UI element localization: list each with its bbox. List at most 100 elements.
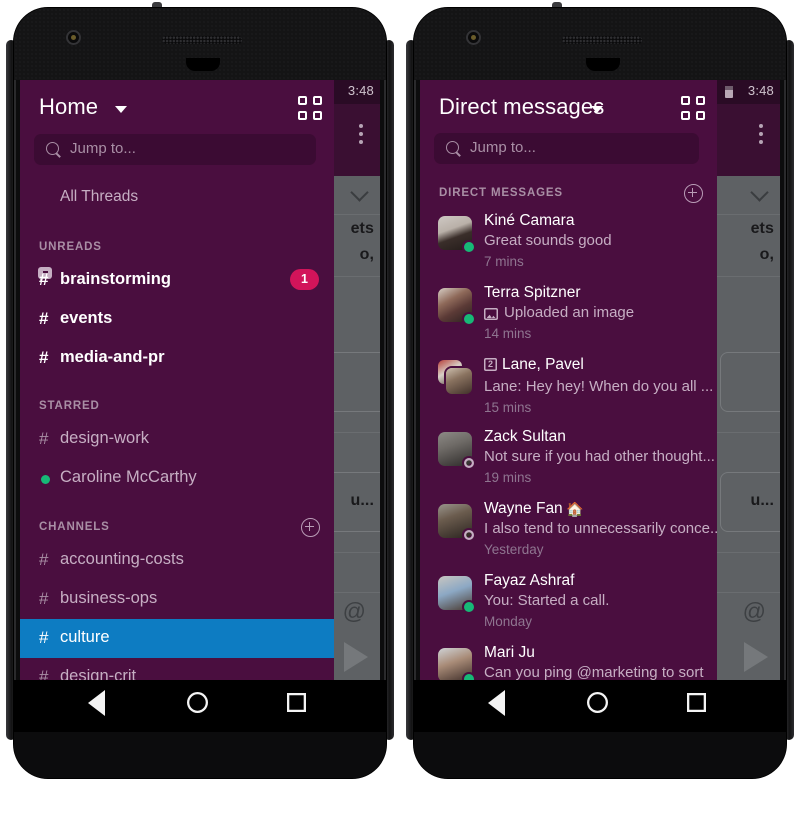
all-threads-item[interactable]: All Threads — [60, 188, 138, 206]
search-input[interactable]: Jump to... — [434, 133, 699, 164]
back-button[interactable] — [488, 690, 505, 716]
section-label-direct-messages: DIRECT MESSAGES — [439, 187, 563, 199]
image-icon — [484, 308, 498, 320]
drawer-title[interactable]: Home — [39, 94, 98, 120]
background-text-line-1: ets — [750, 220, 774, 237]
channel-name: brainstorming — [60, 270, 171, 288]
drawer-header: Home — [20, 80, 334, 132]
channel-row-media-and-pr[interactable]: # media-and-pr — [20, 339, 334, 378]
presence-away-icon — [464, 458, 474, 468]
send-icon[interactable] — [344, 642, 368, 672]
chevron-down-icon[interactable] — [350, 183, 369, 202]
background-text-line-2: o, — [359, 246, 374, 263]
group-count-icon: 2 — [484, 358, 497, 371]
channel-name: design-work — [60, 429, 149, 447]
presence-online-icon — [464, 314, 474, 324]
dm-preview: Can you ping @marketing to sort — [484, 664, 704, 680]
search-input[interactable]: Jump to... — [34, 134, 316, 165]
overflow-menu-icon[interactable] — [359, 124, 363, 128]
dm-name: Wayne Fan — [484, 500, 563, 517]
nav-drawer-left: Home Jump to... All Threads UNREADS # br — [20, 80, 334, 680]
home-button[interactable] — [187, 692, 208, 713]
dm-row-terra-spitzner[interactable]: Terra Spitzner Uploaded an image 14 mins — [420, 284, 717, 356]
dm-preview: Not sure if you had other thought... — [484, 448, 715, 465]
message-bubble — [720, 352, 780, 412]
channel-row-business-ops[interactable]: # business-ops — [20, 580, 334, 619]
chevron-down-icon[interactable] — [750, 183, 769, 202]
screen-notch — [186, 58, 220, 71]
overflow-menu-icon[interactable] — [759, 124, 763, 128]
dm-timestamp: 15 mins — [484, 400, 532, 415]
background-message-snippet: u... — [350, 492, 374, 509]
dm-row-zack-sultan[interactable]: Zack Sultan Not sure if you had other th… — [420, 428, 717, 500]
status-bar-time: 3:48 — [747, 83, 774, 98]
phone-screen-right: 3:48 ets o, u... @ Direct messages Jump … — [420, 80, 780, 680]
hash-icon: # — [39, 628, 49, 647]
section-label-starred: STARRED — [39, 400, 100, 412]
device-bottom-bezel — [14, 732, 386, 778]
channel-row-design-work[interactable]: # design-work — [20, 420, 334, 459]
phone-screen-left: 3:48 ets o, u... @ Home Jump to... All T… — [20, 80, 380, 680]
dm-row-caroline-mccarthy[interactable]: Caroline McCarthy — [20, 459, 334, 498]
at-icon[interactable]: @ — [743, 598, 766, 625]
dm-preview: Lane: Hey hey! When do you all ... — [484, 378, 714, 395]
hash-icon: # — [39, 348, 49, 367]
channel-row-brainstorming[interactable]: # brainstorming 1 — [20, 261, 334, 300]
dm-row-lane-pavel[interactable]: 2 Lane, Pavel Lane: Hey hey! When do you… — [420, 356, 717, 428]
dm-name: Lane, Pavel — [502, 356, 584, 373]
dm-row-wayne-fan[interactable]: Wayne Fan 🏠 I also tend to unnecessarily… — [420, 500, 717, 572]
dm-preview: You: Started a call. — [484, 592, 610, 609]
front-camera-icon — [66, 30, 81, 45]
background-message-snippet: u... — [750, 492, 774, 509]
dm-name: Fayaz Ashraf — [484, 572, 575, 589]
screenshot-root: 3:48 ets o, u... @ Home Jump to... All T… — [0, 0, 802, 819]
recents-button[interactable] — [287, 693, 306, 712]
channel-row-accounting-costs[interactable]: # accounting-costs — [20, 541, 334, 580]
dm-preview: I also tend to unnecessarily conce... — [484, 520, 717, 537]
device-top-bezel — [14, 8, 386, 80]
search-placeholder: Jump to... — [70, 140, 136, 157]
android-navigation-bar — [414, 680, 786, 732]
dm-row-kine-camara[interactable]: Kiné Camara Great sounds good 7 mins — [420, 212, 717, 284]
dm-row-mari-ju[interactable]: Mari Ju Can you ping @marketing to sort — [420, 644, 717, 680]
channel-row-culture[interactable]: # culture — [20, 619, 334, 658]
channel-name: culture — [60, 628, 110, 646]
channel-row-design-crit[interactable]: # design-crit — [20, 658, 334, 680]
channel-row-events[interactable]: # events — [20, 300, 334, 339]
drawer-title[interactable]: Direct messages — [439, 94, 604, 120]
nav-drawer-right: Direct messages Jump to... DIRECT MESSAG… — [420, 80, 717, 680]
status-emoji: 🏠 — [566, 501, 584, 517]
grid-apps-icon[interactable] — [298, 96, 322, 120]
channel-name: events — [60, 309, 113, 327]
earpiece-speaker-icon — [562, 36, 642, 44]
grid-apps-icon[interactable] — [681, 96, 705, 120]
dm-timestamp: 19 mins — [484, 470, 532, 485]
at-icon[interactable]: @ — [343, 598, 366, 625]
section-label-unreads: UNREADS — [39, 241, 102, 253]
chevron-down-icon[interactable] — [591, 106, 603, 113]
chevron-down-icon[interactable] — [115, 106, 127, 113]
hash-icon: # — [39, 429, 49, 448]
add-channel-button[interactable] — [301, 518, 320, 537]
home-button[interactable] — [587, 692, 608, 713]
screen-notch — [586, 58, 620, 71]
back-button[interactable] — [88, 690, 105, 716]
dm-row-fayaz-ashraf[interactable]: Fayaz Ashraf You: Started a call. Monday — [420, 572, 717, 644]
battery-icon — [725, 86, 733, 98]
hash-icon: # — [39, 550, 49, 569]
dm-name: Zack Sultan — [484, 428, 566, 445]
dm-preview: Great sounds good — [484, 232, 612, 249]
dm-name: Mari Ju — [484, 644, 535, 661]
device-bottom-bezel — [414, 732, 786, 778]
channel-name: media-and-pr — [60, 348, 165, 366]
recents-button[interactable] — [687, 693, 706, 712]
send-icon[interactable] — [744, 642, 768, 672]
new-dm-button[interactable] — [684, 184, 703, 203]
presence-away-icon — [464, 530, 474, 540]
hash-icon: # — [39, 270, 49, 289]
search-icon — [46, 142, 59, 155]
dm-timestamp: Yesterday — [484, 542, 544, 557]
dm-timestamp: 7 mins — [484, 254, 524, 269]
section-label-channels: CHANNELS — [39, 521, 110, 533]
channel-name: accounting-costs — [60, 550, 184, 568]
